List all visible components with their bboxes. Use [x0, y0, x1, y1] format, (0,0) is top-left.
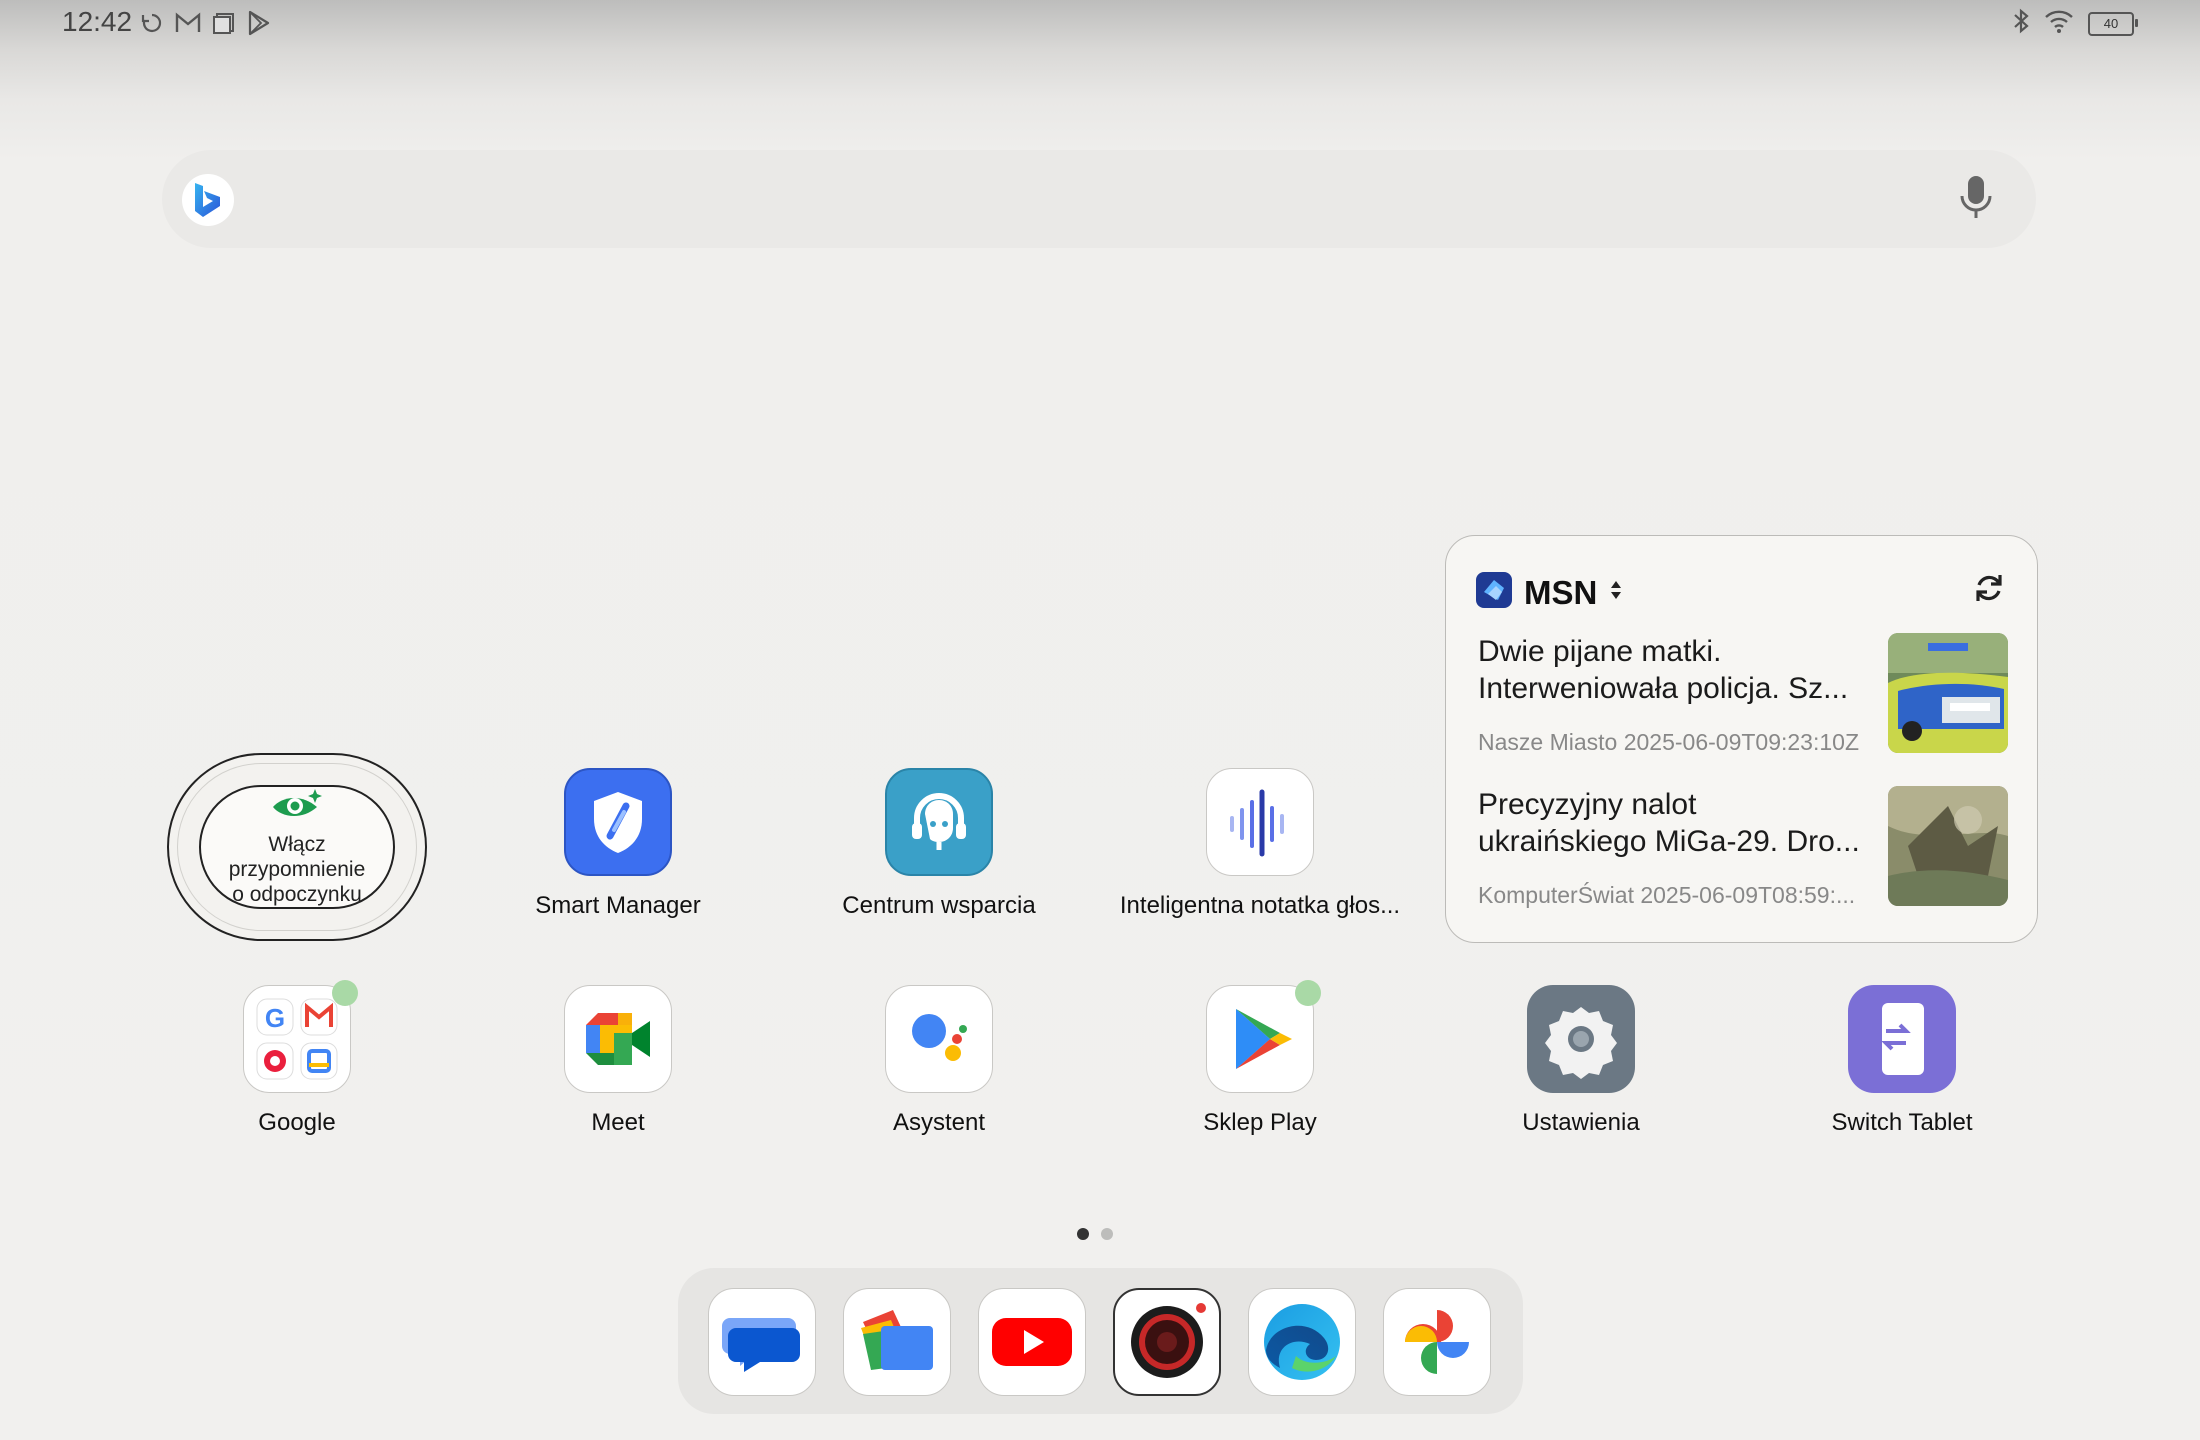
msn-logo-icon — [1476, 572, 1512, 613]
bluetooth-icon — [2012, 8, 2030, 39]
assistant-icon[interactable] — [885, 985, 993, 1093]
app-label: Inteligentna notatka głos... — [1119, 892, 1401, 919]
news-title-line: ukraińskiego MiGa-29. Dro... — [1478, 825, 1860, 858]
news-title-line: Precyzyjny nalot — [1478, 788, 1697, 821]
app-switch-tablet[interactable]: Switch Tablet — [1752, 985, 2052, 1137]
news-thumbnail[interactable] — [1888, 633, 2008, 753]
bing-icon[interactable] — [182, 174, 234, 226]
msn-news-widget[interactable]: MSN Dwie pijane matki. Interweniowała po… — [1445, 535, 2038, 943]
app-label: Centrum wsparcia — [842, 892, 1036, 919]
rest-reminder-widget[interactable]: Włącz przypomnienie o odpoczynku — [167, 753, 427, 941]
screen-icon — [212, 11, 236, 35]
wifi-icon — [2044, 8, 2074, 39]
news-thumbnail[interactable] — [1888, 786, 2008, 906]
news-item[interactable]: Dwie pijane matki. Interweniowała policj… — [1478, 633, 2008, 757]
camera-icon[interactable] — [1113, 1288, 1221, 1396]
support-headset-icon[interactable] — [885, 768, 993, 876]
shield-icon[interactable] — [564, 768, 672, 876]
news-title[interactable]: Dwie pijane matki. Interweniowała policj… — [1478, 633, 1870, 707]
news-source-time: KomputerŚwiat 2025-06-09T08:59:... — [1478, 882, 1856, 908]
google-folder-icon[interactable]: G — [243, 980, 358, 1093]
play-store-icon[interactable] — [1206, 980, 1321, 1093]
app-label: Google — [258, 1109, 336, 1136]
refresh-icon[interactable] — [1971, 570, 2007, 611]
app-label: Asystent — [892, 1109, 986, 1136]
app-centrum-wsparcia[interactable]: Centrum wsparcia — [789, 768, 1089, 920]
rest-widget-button[interactable]: Włącz przypomnienie o odpoczynku — [199, 785, 395, 909]
search-bar[interactable] — [162, 150, 2036, 248]
gmail-icon — [174, 11, 202, 35]
news-title[interactable]: Precyzyjny nalot ukraińskiego MiGa-29. D… — [1478, 786, 1870, 860]
status-bar: 12:42 40 — [0, 0, 2200, 48]
play-store-icon — [246, 10, 272, 36]
dock — [678, 1268, 1523, 1414]
app-meet[interactable]: Meet — [468, 985, 768, 1137]
msn-header[interactable]: MSN — [1476, 572, 1623, 613]
eye-icon — [269, 787, 325, 828]
app-asystent[interactable]: Asystent — [789, 985, 1089, 1137]
app-sklep-play[interactable]: Sklep Play — [1110, 980, 1410, 1137]
app-google-folder[interactable]: G Google — [147, 980, 447, 1137]
rest-line-1: Włącz — [268, 833, 326, 856]
app-label: Switch Tablet — [1831, 1109, 1973, 1136]
battery-icon: 40 — [2088, 11, 2138, 36]
system-icons: 40 — [2012, 8, 2138, 39]
microphone-icon[interactable] — [1956, 174, 1996, 227]
app-voice-note[interactable]: Inteligentna notatka głos... — [1110, 768, 1410, 920]
news-title-line: Dwie pijane matki. — [1478, 635, 1722, 668]
voice-note-icon[interactable] — [1206, 768, 1314, 876]
news-title-line: Interweniowała policja. Sz... — [1478, 672, 1849, 705]
meet-icon[interactable] — [564, 985, 672, 1093]
page-dot-1[interactable] — [1077, 1228, 1089, 1240]
app-label: Sklep Play — [1203, 1109, 1317, 1136]
notification-icons — [140, 10, 272, 36]
app-label: Smart Manager — [535, 892, 701, 919]
page-dot-2[interactable] — [1101, 1228, 1113, 1240]
app-ustawienia[interactable]: Ustawienia — [1431, 985, 1731, 1137]
news-item[interactable]: Precyzyjny nalot ukraińskiego MiGa-29. D… — [1478, 786, 2008, 910]
battery-level: 40 — [2103, 16, 2119, 31]
rest-widget-label: Włącz przypomnienie o odpoczynku — [229, 832, 366, 907]
switch-tablet-icon[interactable] — [1848, 985, 1956, 1093]
youtube-icon[interactable] — [978, 1288, 1086, 1396]
rest-line-2: przypomnienie — [228, 858, 366, 881]
messages-icon[interactable] — [708, 1288, 816, 1396]
app-smart-manager[interactable]: Smart Manager — [468, 768, 768, 920]
sort-arrows-icon[interactable] — [1609, 579, 1623, 606]
rest-line-3: o odpoczynku — [232, 883, 362, 906]
page-indicator[interactable] — [1077, 1228, 1113, 1240]
msn-title: MSN — [1524, 573, 1598, 611]
photos-icon[interactable] — [1383, 1288, 1491, 1396]
svg-text:G: G — [265, 1003, 285, 1033]
settings-gear-icon[interactable] — [1527, 985, 1635, 1093]
app-label: Ustawienia — [1522, 1109, 1640, 1136]
sync-icon — [140, 11, 164, 35]
files-icon[interactable] — [843, 1288, 951, 1396]
status-time: 12:42 — [62, 6, 133, 37]
news-source-time: Nasze Miasto 2025-06-09T09:23:10Z — [1478, 729, 1859, 755]
edge-icon[interactable] — [1248, 1288, 1356, 1396]
app-label: Meet — [591, 1109, 645, 1136]
